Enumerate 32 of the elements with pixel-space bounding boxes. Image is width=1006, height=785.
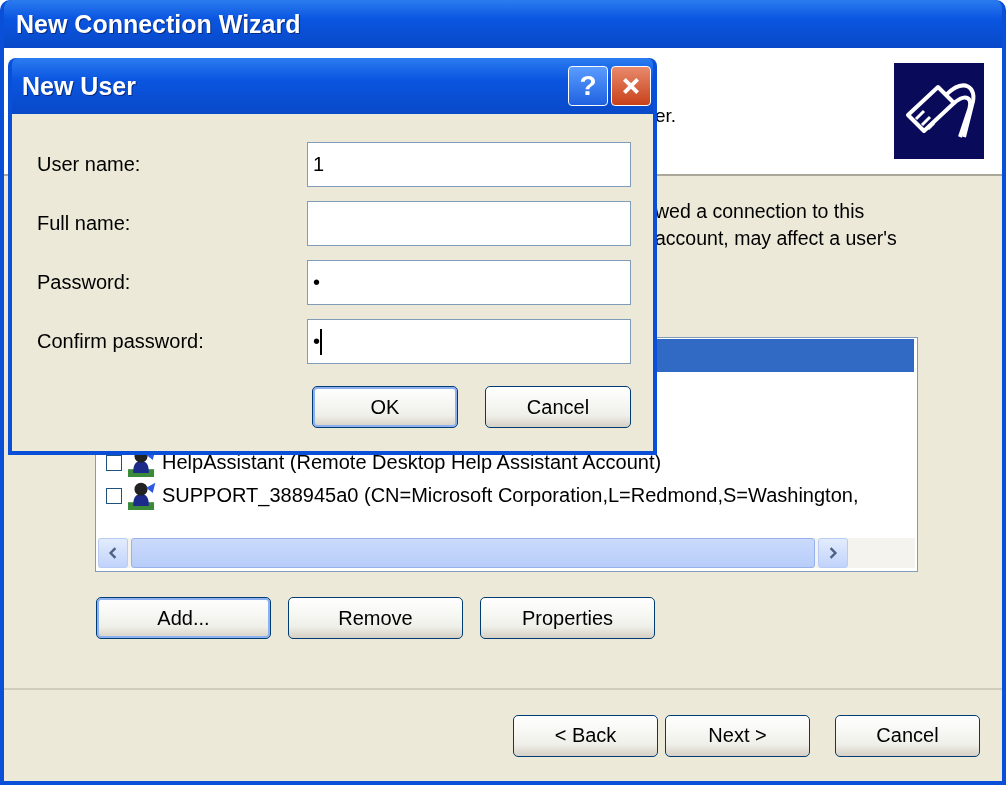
list-action-button[interactable]: Properties	[480, 597, 655, 639]
input-field[interactable]: •	[307, 260, 631, 305]
checkbox[interactable]	[106, 487, 122, 504]
scroll-right-icon[interactable]	[818, 538, 848, 568]
input-field[interactable]: •	[307, 319, 631, 364]
dialog-title: New User	[22, 71, 136, 101]
field-label: Confirm password:	[37, 330, 204, 353]
input-field[interactable]	[307, 201, 631, 246]
network-plug-icon	[894, 63, 984, 159]
dialog-button[interactable]: OK	[312, 386, 458, 428]
list-action-button[interactable]: Remove	[288, 597, 463, 639]
close-icon	[620, 75, 642, 97]
list-row[interactable]: SUPPORT_388945a0 (CN=Microsoft Corporation,L=Redmond,S=Washington,	[99, 479, 914, 512]
horizontal-scrollbar[interactable]	[98, 538, 915, 568]
dialog-button[interactable]: Cancel	[485, 386, 631, 428]
user-name: SUPPORT_388945a0 (CN=Microsoft Corporation,L=Redmond,S=Washington,	[162, 484, 859, 507]
field-label: Password:	[37, 271, 131, 294]
description-text: wed a connection to this	[655, 199, 866, 224]
scroll-thumb[interactable]	[131, 538, 815, 568]
description-text: account, may affect a user's	[655, 226, 898, 251]
field-label: Full name:	[37, 212, 131, 235]
wizard-nav-button[interactable]: Cancel	[835, 714, 980, 757]
wizard-nav-button[interactable]: < Back	[513, 714, 658, 757]
scroll-left-icon[interactable]	[98, 538, 128, 568]
window-title: New Connection Wizard	[16, 9, 301, 39]
close-button[interactable]	[611, 66, 651, 106]
user-name: HelpAssistant (Remote Desktop Help Assistant Account)	[162, 451, 662, 474]
wizard-nav-button[interactable]: Next >	[665, 714, 810, 757]
list-action-button[interactable]: Add...	[96, 597, 271, 639]
user-icon	[128, 481, 156, 510]
field-label: User name:	[37, 153, 141, 176]
input-field[interactable]: 1	[307, 142, 631, 187]
